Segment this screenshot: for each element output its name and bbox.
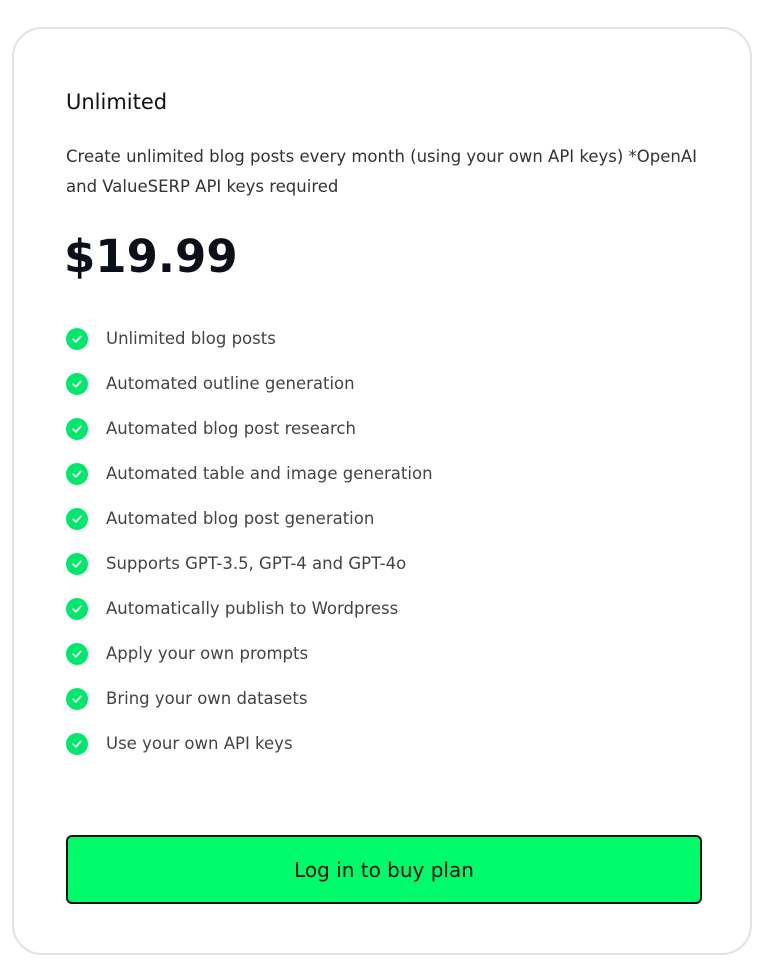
feature-label: Automated outline generation: [106, 374, 355, 393]
check-circle-icon: [66, 597, 88, 620]
check-circle-icon: [66, 327, 88, 350]
check-circle-icon: [66, 642, 88, 665]
feature-list: Unlimited blog posts Automated outline g…: [66, 316, 433, 766]
feature-item: Automated table and image generation: [66, 451, 433, 496]
feature-label: Bring your own datasets: [106, 689, 308, 708]
feature-item: Bring your own datasets: [66, 676, 433, 721]
feature-item: Unlimited blog posts: [66, 316, 433, 361]
feature-label: Automated blog post generation: [106, 509, 375, 528]
feature-item: Automated blog post research: [66, 406, 433, 451]
feature-label: Apply your own prompts: [106, 644, 309, 663]
feature-label: Unlimited blog posts: [106, 329, 276, 348]
plan-price: $19.99: [64, 230, 238, 283]
feature-label: Automated blog post research: [106, 419, 356, 438]
check-circle-icon: [66, 462, 88, 485]
feature-label: Supports GPT-3.5, GPT-4 and GPT-4o: [106, 554, 407, 573]
feature-item: Supports GPT-3.5, GPT-4 and GPT-4o: [66, 541, 433, 586]
plan-name: Unlimited: [66, 90, 168, 114]
login-to-buy-button[interactable]: Log in to buy plan: [66, 835, 702, 904]
feature-label: Use your own API keys: [106, 734, 293, 753]
feature-label: Automated table and image generation: [106, 464, 433, 483]
check-circle-icon: [66, 687, 88, 710]
feature-item: Automated outline generation: [66, 361, 433, 406]
pricing-card: Unlimited Create unlimited blog posts ev…: [12, 27, 752, 955]
check-circle-icon: [66, 372, 88, 395]
feature-item: Automatically publish to Wordpress: [66, 586, 433, 631]
check-circle-icon: [66, 732, 88, 755]
feature-item: Use your own API keys: [66, 721, 433, 766]
feature-item: Apply your own prompts: [66, 631, 433, 676]
feature-item: Automated blog post generation: [66, 496, 433, 541]
check-circle-icon: [66, 507, 88, 530]
feature-label: Automatically publish to Wordpress: [106, 599, 399, 618]
check-circle-icon: [66, 552, 88, 575]
check-circle-icon: [66, 417, 88, 440]
plan-description: Create unlimited blog posts every month …: [66, 147, 698, 196]
